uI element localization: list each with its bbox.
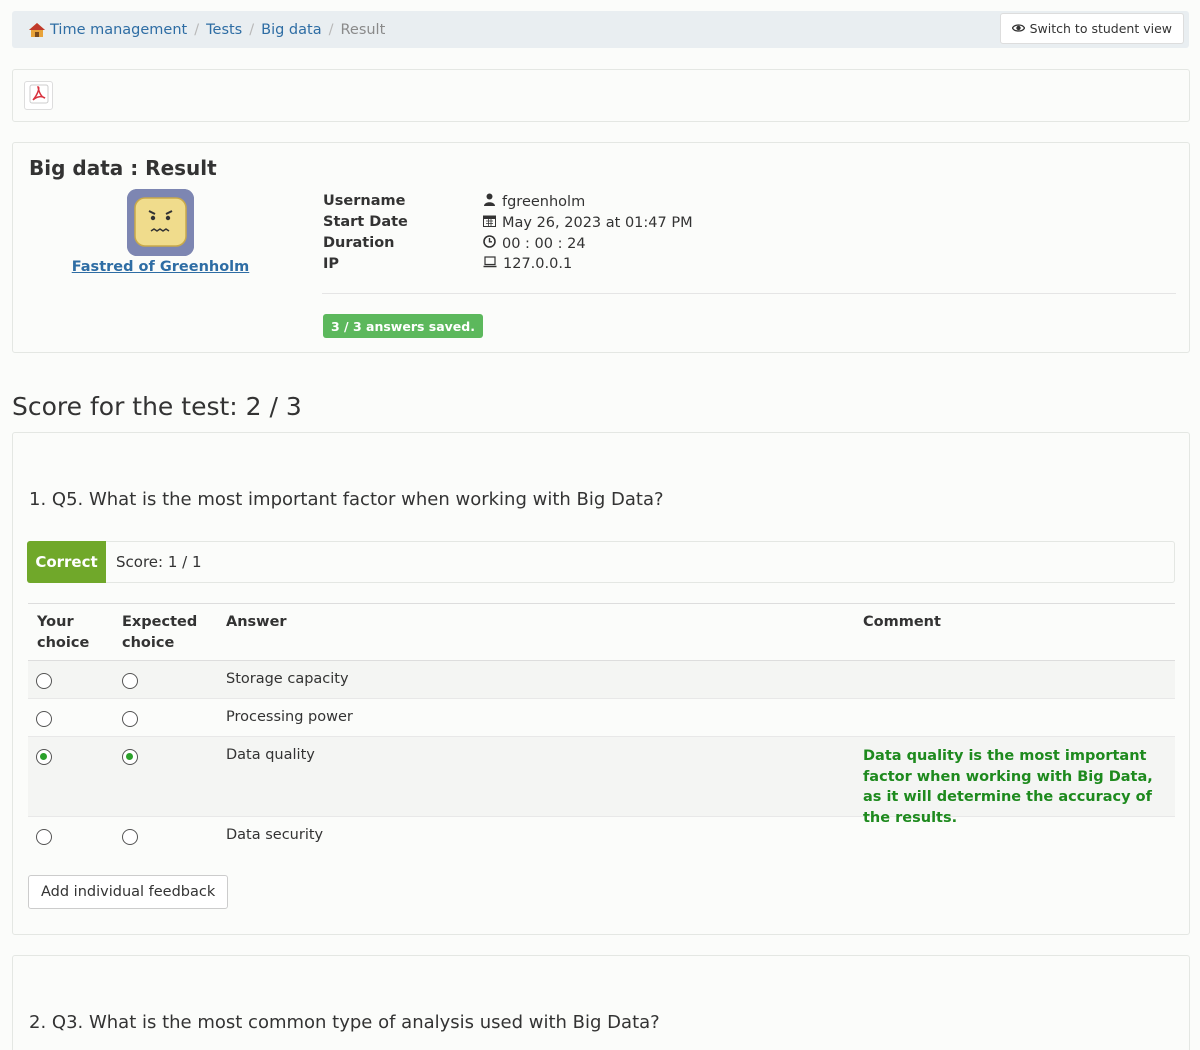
breadcrumb-current: Result	[340, 21, 386, 38]
start-date-label: Start Date	[323, 214, 408, 230]
answer-text: Processing power	[226, 709, 353, 725]
result-title: Big data : Result	[29, 156, 217, 180]
duration-value: 00 : 00 : 24	[502, 235, 586, 252]
breadcrumb-separator: /	[249, 21, 255, 38]
clock-icon	[483, 235, 496, 252]
username-value: fgreenholm	[502, 193, 586, 210]
pdf-icon	[29, 84, 49, 108]
username-label: Username	[323, 193, 406, 209]
breadcrumb-bar: Time management / Tests / Big data / Res…	[12, 11, 1189, 48]
answer-text: Storage capacity	[226, 671, 349, 687]
question-panel-1: 1. Q5. What is the most important factor…	[12, 432, 1190, 935]
breadcrumb: Time management / Tests / Big data / Res…	[28, 11, 385, 48]
ip-value-row: 127.0.0.1	[483, 256, 572, 272]
duration-value-row: 00 : 00 : 24	[483, 235, 586, 252]
answers-table-header: Your choice Expected choice Answer Comme…	[28, 603, 1175, 661]
export-pdf-button[interactable]	[24, 81, 53, 110]
breadcrumb-link-tests[interactable]: Tests	[206, 22, 242, 38]
calendar-icon	[483, 214, 496, 231]
table-row: Data quality Data quality is the most im…	[28, 737, 1175, 826]
ip-label: IP	[323, 256, 340, 272]
answer-header: Answer	[226, 614, 287, 630]
question-panel-2: 2. Q3. What is the most common type of a…	[12, 955, 1190, 1050]
export-panel	[12, 69, 1190, 122]
switch-to-student-view-button[interactable]: Switch to student view	[999, 13, 1184, 44]
add-individual-feedback-button[interactable]: Add individual feedback	[28, 875, 229, 909]
eye-icon	[1011, 21, 1025, 36]
comment-header: Comment	[863, 614, 941, 630]
user-profile-link[interactable]: Fastred of Greenholm	[68, 259, 253, 275]
answer-text: Data security	[226, 827, 324, 843]
question-title: 1. Q5. What is the most important factor…	[29, 489, 664, 510]
breadcrumb-separator: /	[194, 21, 200, 38]
your-choice-radio	[36, 711, 52, 727]
your-choice-radio	[36, 673, 52, 689]
expected-choice-radio-selected	[122, 749, 138, 765]
home-icon	[28, 22, 46, 38]
start-date-value-row: May 26, 2023 at 01:47 PM	[483, 214, 693, 231]
table-row: Processing power	[28, 699, 1175, 737]
expected-choice-radio	[122, 829, 138, 845]
correct-status-tag: Correct	[27, 541, 106, 583]
your-choice-radio	[36, 829, 52, 845]
start-date-value: May 26, 2023 at 01:47 PM	[502, 214, 693, 231]
question-score: Score: 1 / 1	[116, 553, 202, 571]
breadcrumb-separator: /	[328, 21, 334, 38]
avatar	[127, 189, 194, 256]
question-title: 2. Q3. What is the most common type of a…	[29, 1012, 660, 1033]
question-status-bar: Correct Score: 1 / 1	[27, 541, 1175, 583]
user-icon	[483, 193, 496, 210]
answer-comment: Data quality is the most important facto…	[863, 748, 1153, 826]
laptop-icon	[483, 256, 497, 272]
duration-label: Duration	[323, 235, 395, 251]
test-score-title: Score for the test: 2 / 3	[12, 392, 302, 421]
divider	[322, 293, 1176, 294]
ip-value: 127.0.0.1	[503, 256, 573, 272]
expected-choice-radio	[122, 711, 138, 727]
your-choice-header: Your choice	[37, 614, 90, 651]
table-row: Storage capacity	[28, 661, 1175, 699]
answers-saved-badge: 3 / 3 answers saved.	[323, 314, 483, 338]
answer-text: Data quality	[226, 747, 315, 763]
expected-choice-header: Expected choice	[122, 614, 198, 651]
your-choice-radio-selected	[36, 749, 52, 765]
username-value-row: fgreenholm	[483, 193, 585, 210]
switch-to-student-view-label: Switch to student view	[1029, 21, 1172, 36]
expected-choice-radio	[122, 673, 138, 689]
breadcrumb-link-big-data[interactable]: Big data	[261, 22, 321, 38]
table-row: Data security	[28, 817, 1175, 855]
breadcrumb-link-time-management[interactable]: Time management	[50, 22, 187, 38]
result-panel: Big data : Result Fastred of Greenholm U…	[12, 142, 1190, 353]
